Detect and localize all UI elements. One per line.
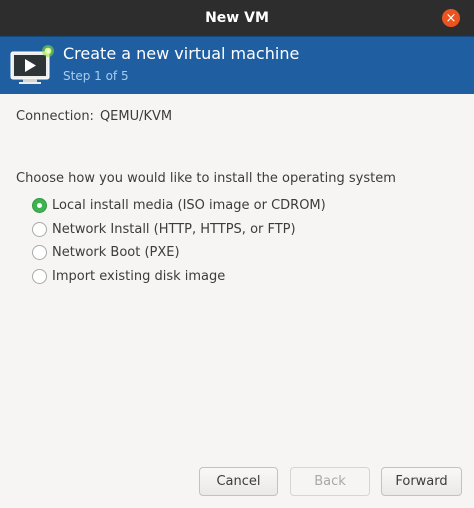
install-method-instruction: Choose how you would like to install the…: [16, 171, 396, 186]
new-vm-window: New VM × Create a new virtual machine St…: [0, 0, 474, 508]
option-label: Network Boot (PXE): [52, 245, 180, 261]
close-icon: ×: [445, 10, 457, 26]
forward-button[interactable]: Forward: [381, 467, 462, 496]
wizard-title: Create a new virtual machine: [63, 44, 300, 63]
connection-label: Connection:: [16, 109, 94, 124]
option-local-install-media[interactable]: Local install media (ISO image or CDROM): [32, 194, 326, 218]
radio-button[interactable]: [32, 268, 47, 284]
option-import-disk-image[interactable]: Import existing disk image: [32, 265, 326, 289]
wizard-step: Step 1 of 5: [63, 69, 129, 83]
install-method-options: Local install media (ISO image or CDROM)…: [32, 194, 326, 288]
wizard-header: Create a new virtual machine Step 1 of 5: [0, 36, 474, 94]
virtual-machine-icon: [10, 45, 54, 84]
connection-value: QEMU/KVM: [99, 109, 173, 124]
cancel-button[interactable]: Cancel: [199, 467, 278, 496]
option-network-boot[interactable]: Network Boot (PXE): [32, 241, 326, 265]
radio-button-selected[interactable]: [32, 198, 47, 214]
close-button[interactable]: ×: [442, 9, 460, 27]
option-label: Local install media (ISO image or CDROM): [52, 198, 326, 214]
option-label: Network Install (HTTP, HTTPS, or FTP): [52, 221, 296, 237]
option-network-install[interactable]: Network Install (HTTP, HTTPS, or FTP): [32, 218, 326, 242]
option-label: Import existing disk image: [52, 268, 226, 284]
radio-button[interactable]: [32, 221, 47, 237]
connection-row: Connection: QEMU/KVM: [16, 109, 172, 124]
back-button[interactable]: Back: [290, 467, 370, 496]
window-title: New VM: [205, 10, 269, 26]
radio-button[interactable]: [32, 245, 47, 261]
titlebar: New VM ×: [0, 0, 474, 36]
